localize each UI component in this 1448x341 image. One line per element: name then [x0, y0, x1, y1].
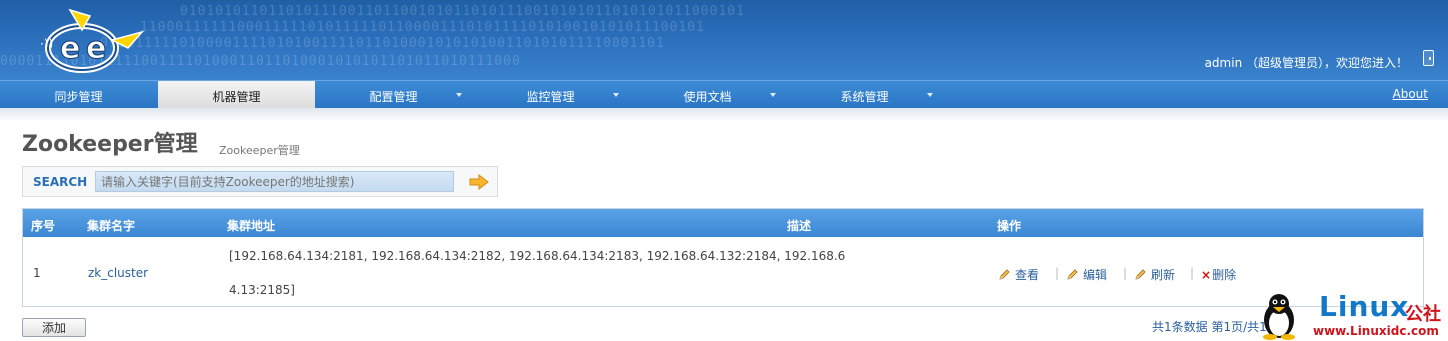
nav-item-docs[interactable]: 使用文档	[629, 81, 786, 109]
nav-label: 系统管理	[840, 90, 889, 104]
nav-label: 使用文档	[683, 90, 732, 104]
watermark-url: www.Linuxidc.com	[1313, 324, 1439, 338]
nav-item-monitor[interactable]: 监控管理	[472, 81, 629, 109]
pencil-icon	[1067, 269, 1078, 280]
about-link[interactable]: About	[1393, 81, 1428, 107]
chevron-down-icon	[770, 93, 776, 97]
column-header: 集群名字	[87, 219, 136, 233]
chevron-down-icon	[927, 93, 933, 97]
watermark-cn: 公社	[1405, 304, 1441, 325]
header-banner: 0101010110110101110011011001010110101110…	[0, 0, 1448, 80]
page-title: Zookeeper管理	[22, 132, 198, 157]
nav-label: 同步管理	[54, 90, 103, 104]
svg-text:e: e	[60, 31, 80, 66]
cluster-address: [192.168.64.134:2181, 192.168.64.134:218…	[229, 249, 846, 263]
cluster-table: 序号 集群名字 集群地址 描述 操作 1 zk_cluster [192.168…	[22, 208, 1424, 307]
svg-text:e: e	[86, 31, 106, 66]
binary-decoration: 0110111110100001111010100111101101000101…	[100, 36, 665, 51]
chevron-down-icon	[456, 93, 462, 97]
arrow-right-icon[interactable]	[469, 174, 489, 190]
nav-label: 机器管理	[212, 90, 261, 104]
welcome-text: admin （超级管理员），欢迎您进入！	[1204, 56, 1408, 70]
nav-shadow	[0, 108, 1448, 122]
delete-label: 删除	[1212, 268, 1237, 282]
separator: |	[1055, 266, 1060, 280]
nav-item-machine[interactable]: 机器管理	[158, 81, 315, 109]
view-label: 查看	[1015, 268, 1040, 282]
separator: |	[1123, 266, 1128, 280]
column-header: 操作	[997, 219, 1022, 233]
pencil-icon	[1135, 269, 1146, 280]
table-header: 序号 集群名字 集群地址 描述 操作	[23, 209, 1423, 237]
svg-text:·)): ·))	[40, 37, 53, 51]
column-header: 描述	[787, 219, 812, 233]
delete-button[interactable]: ×删除	[1201, 266, 1236, 283]
binary-decoration: 0101010110110101110011011001010110101110…	[180, 4, 745, 19]
add-button[interactable]: 添加	[22, 318, 86, 337]
row-index: 1	[33, 266, 41, 280]
separator: |	[1190, 266, 1195, 280]
refresh-label: 刷新	[1151, 268, 1176, 282]
delete-icon: ×	[1201, 268, 1212, 282]
cluster-name-link[interactable]: zk_cluster	[88, 266, 148, 280]
watermark-title: Linux	[1319, 290, 1410, 323]
cluster-address: 4.13:2185]	[229, 283, 295, 297]
watermark: Linux 公社 www.Linuxidc.com	[1255, 290, 1445, 340]
column-header: 序号	[31, 219, 56, 233]
nav-label: 配置管理	[369, 90, 418, 104]
nav-item-config[interactable]: 配置管理	[315, 81, 472, 109]
search-input[interactable]	[95, 171, 454, 192]
view-button[interactable]: 查看	[999, 266, 1039, 283]
search-label: SEARCH	[33, 175, 88, 189]
nav-label: 监控管理	[526, 90, 575, 104]
binary-decoration: 1100011111100011111010111110110000111010…	[140, 20, 705, 35]
logout-icon[interactable]	[1423, 50, 1434, 66]
search-bar: SEARCH	[22, 166, 498, 197]
page-subtitle: Zookeeper管理	[219, 144, 300, 157]
penguin-icon	[1263, 294, 1295, 340]
column-header: 集群地址	[227, 219, 276, 233]
refresh-button[interactable]: 刷新	[1135, 266, 1175, 283]
edit-button[interactable]: 编辑	[1067, 266, 1107, 283]
pencil-icon	[999, 269, 1010, 280]
logo-icon: e e ·))	[40, 8, 145, 73]
chevron-down-icon	[613, 93, 619, 97]
nav-item-sync[interactable]: 同步管理	[0, 81, 157, 109]
main-nav: 同步管理 机器管理 配置管理 监控管理 使用文档 系统管理 About	[0, 80, 1448, 109]
edit-label: 编辑	[1083, 268, 1108, 282]
nav-item-system[interactable]: 系统管理	[786, 81, 943, 109]
